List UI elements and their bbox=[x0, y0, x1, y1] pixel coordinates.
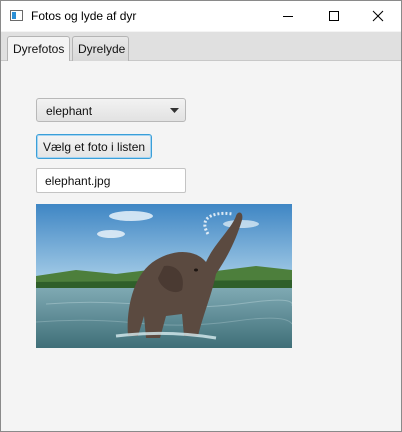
choose-photo-button[interactable]: Vælg et foto i listen bbox=[36, 134, 153, 159]
window-title: Fotos og lyde af dyr bbox=[31, 9, 137, 23]
app-window-icon bbox=[10, 10, 23, 21]
close-button[interactable] bbox=[355, 1, 401, 31]
title-bar[interactable]: Fotos og lyde af dyr bbox=[1, 1, 401, 31]
filename-field[interactable] bbox=[36, 168, 186, 193]
tab-bar: Dyrefotos Dyrelyde bbox=[1, 32, 401, 62]
app-window: Fotos og lyde af dyr Dyrefotos Dyrelyde … bbox=[0, 0, 402, 432]
minimize-icon bbox=[283, 16, 293, 17]
maximize-button[interactable] bbox=[311, 1, 357, 31]
tab-content-dyrefotos: elephant Vælg et foto i listen bbox=[1, 61, 401, 431]
minimize-button[interactable] bbox=[265, 1, 311, 31]
elephant-photo bbox=[36, 204, 292, 348]
maximize-icon bbox=[329, 11, 339, 21]
animal-select[interactable]: elephant bbox=[36, 98, 186, 122]
close-icon bbox=[372, 10, 384, 22]
tab-dyrefotos[interactable]: Dyrefotos bbox=[7, 36, 70, 62]
tab-dyrelyde[interactable]: Dyrelyde bbox=[72, 36, 129, 61]
animal-select-value: elephant bbox=[46, 104, 93, 118]
chevron-down-icon bbox=[170, 108, 179, 113]
